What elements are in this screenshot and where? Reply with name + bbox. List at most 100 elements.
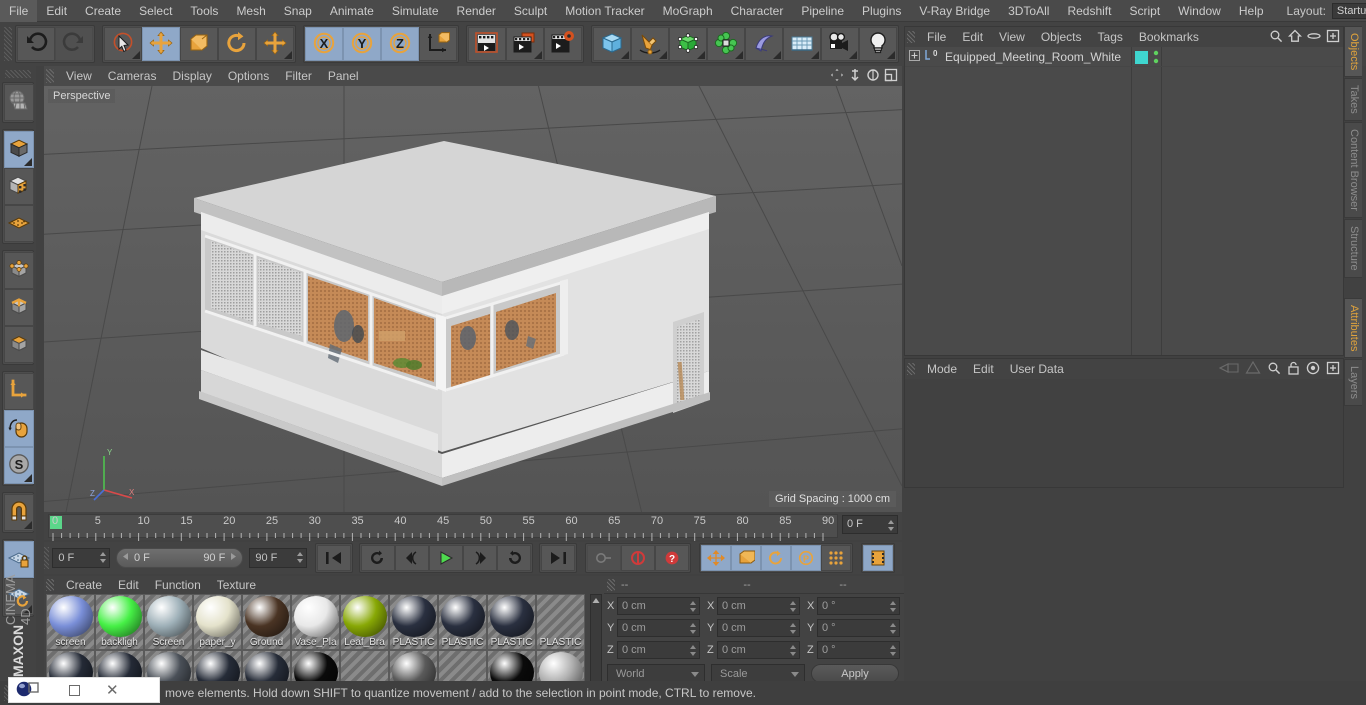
scale-tool[interactable] [180, 27, 218, 61]
position-key-button[interactable] [701, 545, 731, 571]
enable-axis-button[interactable] [4, 373, 34, 410]
add-light-button[interactable] [859, 27, 897, 61]
play-button[interactable] [429, 545, 463, 571]
material-swatch[interactable]: Screen [144, 594, 193, 650]
menu-item-script[interactable]: Script [1120, 0, 1169, 22]
c4d-app-icon[interactable] [15, 679, 41, 701]
menu-item-mograph[interactable]: MoGraph [654, 0, 722, 22]
add-generator-button[interactable] [669, 27, 707, 61]
object-menu-edit[interactable]: Edit [954, 27, 991, 47]
material-swatch[interactable]: Vase_Pla [291, 594, 340, 650]
menu-item-window[interactable]: Window [1169, 0, 1230, 22]
coord-position-field[interactable]: 0 cm [617, 641, 700, 659]
menu-item-redshift[interactable]: Redshift [1058, 0, 1120, 22]
viewport-menu-display[interactable]: Display [164, 66, 219, 86]
next-nav-icon[interactable] [1245, 360, 1261, 378]
add-array-button[interactable] [707, 27, 745, 61]
menu-item-file[interactable]: File [0, 0, 38, 22]
material-menu-edit[interactable]: Edit [110, 576, 147, 594]
step-forward-button[interactable] [463, 545, 497, 571]
object-tag-swatch[interactable] [1135, 51, 1148, 64]
pan-icon[interactable] [830, 68, 844, 85]
menu-item-pipeline[interactable]: Pipeline [792, 0, 853, 22]
dolly-icon[interactable] [848, 68, 862, 85]
go-to-next-key-button[interactable] [497, 545, 531, 571]
menu-item-edit[interactable]: Edit [37, 0, 76, 22]
menu-item-render[interactable]: Render [448, 0, 505, 22]
rotate-tool[interactable] [218, 27, 256, 61]
add-spline-button[interactable] [631, 27, 669, 61]
preview-range-bar[interactable]: 0 F 90 F [116, 548, 244, 568]
coord-rotation-field[interactable]: 0 ° [817, 641, 900, 659]
object-tree[interactable]: 0 Equipped_Meeting_Room_White [905, 47, 1343, 355]
menu-item-3dtoall[interactable]: 3DToAll [999, 0, 1058, 22]
material-swatch[interactable]: PLASTIC [487, 594, 536, 650]
viewport-menu-panel[interactable]: Panel [320, 66, 367, 86]
live-selection-tool[interactable] [104, 27, 142, 61]
add-cube-button[interactable] [593, 27, 631, 61]
coord-rotation-field[interactable]: 0 ° [817, 619, 900, 637]
lock-y-axis-button[interactable]: Y [343, 27, 381, 61]
menu-item-help[interactable]: Help [1230, 0, 1273, 22]
layout-select[interactable]: Startup [1331, 2, 1366, 19]
home-icon[interactable] [1287, 29, 1303, 46]
menu-item-plugins[interactable]: Plugins [853, 0, 910, 22]
dock-tab-objects[interactable]: Objects [1344, 26, 1362, 78]
timeline-ruler[interactable]: 0 5 10 15 20 25 30 35 40 45 50 55 60 65 70 75 80 85 90 [48, 514, 838, 541]
menu-item-select[interactable]: Select [130, 0, 181, 22]
menu-item-animate[interactable]: Animate [321, 0, 383, 22]
object-menu-view[interactable]: View [991, 27, 1033, 47]
go-to-previous-key-button[interactable] [361, 545, 395, 571]
attribute-menu-edit[interactable]: Edit [965, 359, 1002, 379]
maximize-view-icon[interactable] [884, 68, 898, 85]
submenu-corner-icon[interactable] [534, 51, 542, 59]
object-menu-tags[interactable]: Tags [1090, 27, 1131, 47]
attribute-menu-mode[interactable]: Mode [919, 359, 965, 379]
material-menu-grip[interactable] [46, 579, 54, 591]
autokeying-button[interactable] [621, 545, 655, 571]
timeline-toggle-button[interactable] [863, 545, 893, 571]
object-menu-bookmarks[interactable]: Bookmarks [1131, 27, 1207, 47]
submenu-corner-icon[interactable] [773, 51, 781, 59]
coord-size-field[interactable]: 0 cm [717, 619, 800, 637]
transport-grip[interactable] [44, 547, 50, 569]
submenu-corner-icon[interactable] [24, 158, 32, 166]
submenu-corner-icon[interactable] [24, 474, 32, 482]
add-deformer-button[interactable] [745, 27, 783, 61]
menu-item-v-ray-bridge[interactable]: V-Ray Bridge [910, 0, 999, 22]
attribute-content-area[interactable] [905, 379, 1343, 487]
menu-item-tools[interactable]: Tools [181, 0, 227, 22]
preview-end-field[interactable]: 90 F [249, 548, 307, 568]
menu-item-sculpt[interactable]: Sculpt [505, 0, 556, 22]
dock-tab-attributes[interactable]: Attributes [1344, 297, 1362, 359]
dock-tab-takes[interactable]: Takes [1344, 78, 1362, 122]
coord-size-field[interactable]: 0 cm [717, 597, 800, 615]
coordinates-grip[interactable] [607, 578, 615, 591]
parameter-key-button[interactable]: P [791, 545, 821, 571]
keyframe-selection-button[interactable]: ? [655, 545, 689, 571]
workplane-mode-button[interactable] [4, 205, 34, 242]
submenu-corner-icon[interactable] [284, 51, 292, 59]
menu-item-motion-tracker[interactable]: Motion Tracker [556, 0, 653, 22]
rotation-key-button[interactable] [761, 545, 791, 571]
expand-icon[interactable] [1326, 29, 1340, 46]
move-tool[interactable] [142, 27, 180, 61]
object-visibility-dots[interactable] [1153, 50, 1159, 67]
menu-item-mesh[interactable]: Mesh [227, 0, 274, 22]
submenu-corner-icon[interactable] [887, 51, 895, 59]
object-row[interactable]: 0 Equipped_Meeting_Room_White [905, 47, 1343, 67]
object-menu-objects[interactable]: Objects [1033, 27, 1090, 47]
render-view-button[interactable] [468, 27, 506, 61]
coord-rotation-field[interactable]: 0 ° [817, 597, 900, 615]
attribute-menu-user-data[interactable]: User Data [1002, 359, 1072, 379]
search-icon[interactable] [1267, 361, 1281, 378]
viewport-menu-view[interactable]: View [58, 66, 100, 86]
coord-size-field[interactable]: 0 cm [717, 641, 800, 659]
close-window-icon[interactable]: ✕ [106, 683, 119, 698]
range-left-arrow-icon[interactable] [121, 552, 130, 564]
submenu-corner-icon[interactable] [621, 51, 629, 59]
submenu-corner-icon[interactable] [735, 51, 743, 59]
object-menu-file[interactable]: File [919, 27, 954, 47]
attribute-manager-grip[interactable] [907, 363, 915, 375]
point-level-animation-button[interactable] [821, 545, 851, 571]
